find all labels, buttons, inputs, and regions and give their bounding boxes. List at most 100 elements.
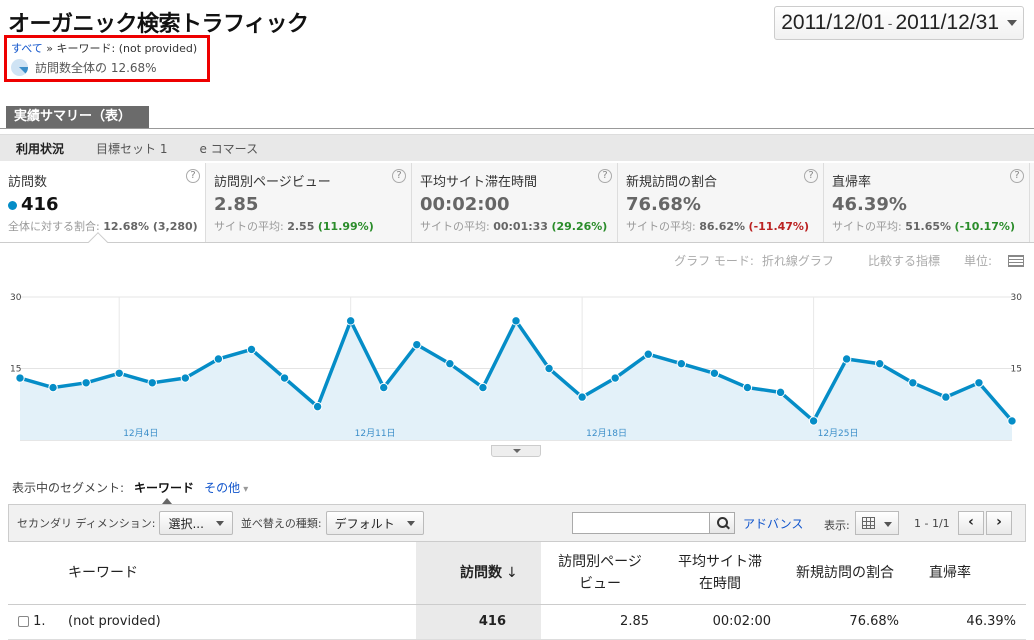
metric-sub: 全体に対する割合: 12.68% (3,280): [8, 218, 199, 234]
sort-type-dropdown[interactable]: デフォルト: [325, 511, 424, 535]
metric-sub-value: 12.68% (3,280): [103, 220, 198, 233]
y-tick-label: 30: [10, 293, 22, 303]
metric-value: 2.85: [214, 194, 259, 215]
col-visits[interactable]: 訪問数: [416, 542, 506, 605]
subtab-usage[interactable]: 利用状況: [10, 140, 70, 157]
y-tick-label: 30: [1011, 293, 1023, 303]
metric-sub-label: サイトの平均:: [626, 220, 696, 233]
metric-delta: (-11.47%): [748, 220, 809, 233]
x-tick-label: 12月4日: [123, 428, 158, 439]
data-point[interactable]: [974, 378, 984, 388]
metric-delta: (11.99%): [317, 220, 374, 233]
data-point[interactable]: [312, 401, 323, 412]
data-point[interactable]: [941, 392, 951, 402]
data-point[interactable]: [379, 382, 389, 393]
data-point[interactable]: [478, 382, 488, 393]
metric-sub-label: サイトの平均:: [214, 220, 284, 233]
secondary-dimension-label: セカンダリ ディメンション:: [17, 517, 156, 530]
data-point[interactable]: [676, 359, 687, 369]
metric-avg-visit-duration[interactable]: 平均サイト滞在時間 ? 00:02:00 サイトの平均: 00:01:33 (2…: [412, 163, 618, 242]
help-icon[interactable]: ?: [598, 169, 612, 183]
cell-visits: 416: [416, 604, 506, 640]
data-point[interactable]: [709, 368, 720, 378]
graph-mode-dropdown[interactable]: 折れ線グラフ: [762, 252, 834, 269]
advanced-link[interactable]: アドバンス: [743, 515, 803, 532]
prev-page-button[interactable]: ‹: [958, 511, 984, 535]
col-new-visits[interactable]: 新規訪問の割合: [781, 542, 909, 605]
metric-pageviews-per-visit[interactable]: 訪問別ページビュー ? 2.85 サイトの平均: 2.55 (11.99%): [206, 163, 412, 242]
data-point[interactable]: [875, 359, 885, 369]
data-point[interactable]: [213, 354, 224, 364]
data-point[interactable]: [114, 368, 124, 378]
search-icon[interactable]: [709, 512, 735, 534]
metric-bounce-rate[interactable]: 直帰率 ? 46.39% サイトの平均: 51.65% (-10.17%): [824, 163, 1030, 242]
metric-sub-value: 2.55: [287, 220, 315, 233]
metric-visits[interactable]: 訪問数 ? 416 全体に対する割合: 12.68% (3,280): [0, 163, 206, 242]
col-bounce-rate[interactable]: 直帰率: [909, 542, 1026, 605]
data-point[interactable]: [643, 349, 653, 359]
metric-name: 訪問数: [8, 175, 48, 190]
metric-new-visits[interactable]: 新規訪問の割合 ? 76.68% サイトの平均: 86.62% (-11.47%…: [618, 163, 824, 242]
view-mode-dropdown[interactable]: [855, 511, 899, 535]
help-icon[interactable]: ?: [186, 169, 200, 183]
col-keyword[interactable]: キーワード: [56, 542, 416, 605]
data-point[interactable]: [15, 373, 25, 383]
unit-label: 単位:: [963, 254, 992, 268]
col-pageviews-per-visit[interactable]: 訪問別ページ ビュー: [541, 542, 659, 605]
data-point[interactable]: [908, 378, 918, 388]
metric-sub: サイトの平均: 86.62% (-11.47%): [626, 218, 817, 234]
data-point[interactable]: [1007, 416, 1017, 426]
data-point[interactable]: [48, 382, 58, 393]
compare-metric-button[interactable]: 比較する指標: [868, 252, 940, 269]
next-page-button[interactable]: ›: [986, 511, 1012, 535]
visits-share: 訪問数全体の 12.68%: [11, 59, 157, 76]
metric-value-text: 416: [21, 194, 59, 215]
secondary-dimension-dropdown[interactable]: 選択...: [159, 511, 233, 535]
row-checkbox[interactable]: [18, 616, 29, 627]
data-point[interactable]: [742, 382, 753, 393]
metric-name: 平均サイト滞在時間: [420, 175, 538, 190]
data-point[interactable]: [81, 378, 91, 388]
breadcrumb-all-link[interactable]: すべて: [11, 42, 43, 55]
data-point[interactable]: [246, 344, 257, 355]
metric-sub-label: 全体に対する割合:: [8, 220, 100, 233]
metric-sub-value: 00:01:33: [493, 220, 548, 233]
data-point[interactable]: [775, 387, 786, 398]
segment-other[interactable]: その他: [204, 479, 248, 496]
data-point[interactable]: [412, 339, 422, 350]
cell-avg-duration: 00:02:00: [659, 604, 781, 640]
data-point[interactable]: [279, 373, 290, 383]
date-range-picker[interactable]: 2011/12/01 - 2011/12/31: [774, 6, 1024, 40]
data-point[interactable]: [180, 373, 191, 383]
data-point[interactable]: [511, 316, 521, 326]
metric-delta: (-10.17%): [954, 220, 1015, 233]
data-point[interactable]: [147, 378, 157, 388]
table-icon[interactable]: [1008, 254, 1024, 267]
chart-resize-handle[interactable]: [491, 445, 541, 457]
subtab-ecommerce[interactable]: e コマース: [193, 140, 264, 157]
subtab-goal-set-1[interactable]: 目標セット 1: [90, 140, 173, 157]
data-point[interactable]: [610, 373, 620, 383]
data-point[interactable]: [544, 363, 554, 374]
data-point[interactable]: [841, 354, 852, 364]
chevron-down-icon: [1007, 20, 1017, 26]
data-point[interactable]: [808, 416, 819, 426]
x-tick-label: 12月25日: [818, 428, 859, 439]
help-icon[interactable]: ?: [804, 169, 818, 183]
help-icon[interactable]: ?: [1010, 169, 1024, 183]
data-point[interactable]: [577, 392, 587, 402]
page-title: オーガニック検索トラフィック: [8, 12, 309, 37]
cell-new-visits: 76.68%: [781, 604, 909, 640]
sort-arrow-icon[interactable]: ↓: [506, 542, 541, 605]
data-point[interactable]: [445, 359, 455, 369]
search-input[interactable]: [572, 512, 710, 534]
date-end: 2011/12/31: [895, 11, 999, 34]
segment-row: 表示中のセグメント: キーワード その他: [12, 479, 248, 504]
help-icon[interactable]: ?: [392, 169, 406, 183]
segment-keyword[interactable]: キーワード: [134, 479, 194, 504]
col-avg-duration[interactable]: 平均サイト滞 在時間: [659, 542, 781, 605]
pager-text: 1 - 1/1: [914, 517, 950, 530]
data-point[interactable]: [345, 316, 356, 326]
tab-performance-summary[interactable]: 実績サマリー（表）: [6, 106, 150, 128]
cell-keyword[interactable]: (not provided): [56, 604, 416, 640]
